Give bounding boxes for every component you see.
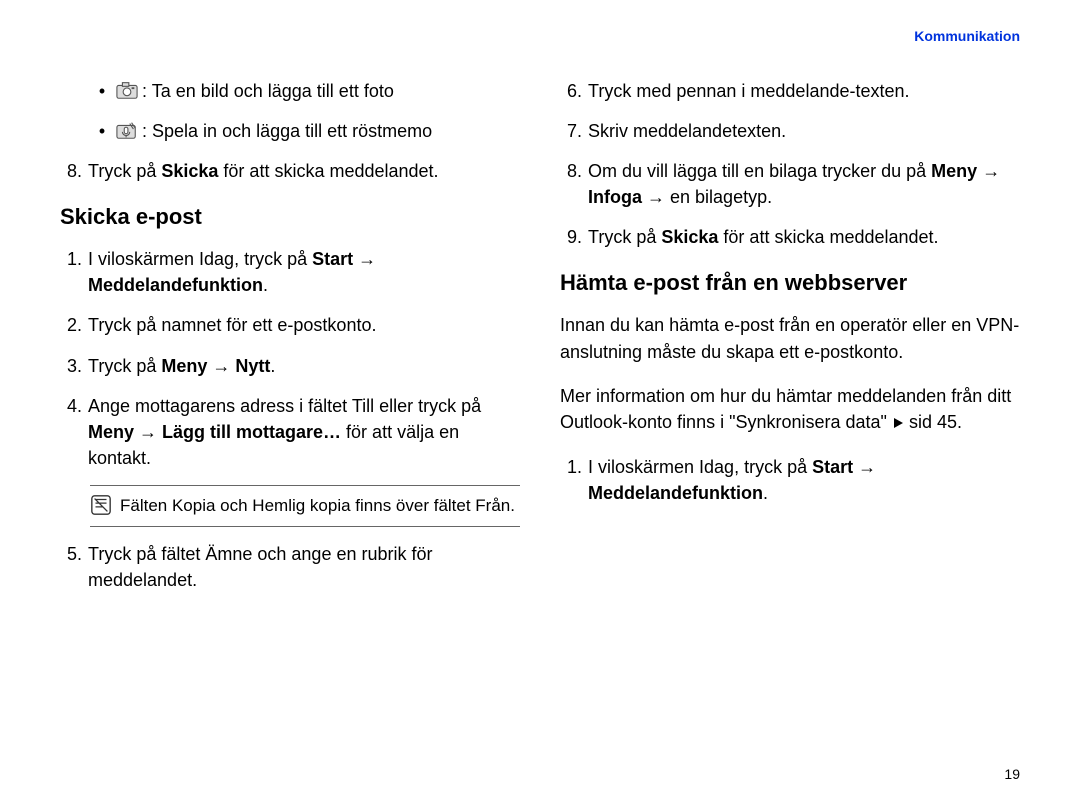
step-text: . xyxy=(763,483,768,503)
step-bold: Start xyxy=(312,249,353,269)
step-text: Om du vill lägga till en bilaga trycker … xyxy=(588,161,931,181)
page-number: 19 xyxy=(1004,766,1020,782)
step-bold: Skicka xyxy=(661,227,718,247)
step-bold: Meny xyxy=(161,356,207,376)
step-item: 9. Tryck på Skicka för att skicka meddel… xyxy=(560,224,1020,250)
step-item: 2. Tryck på namnet för ett e-postkonto. xyxy=(60,312,520,338)
heading-skicka-epost: Skicka e-post xyxy=(60,204,520,230)
arrow-sep: → xyxy=(207,356,235,376)
step-text: Tryck på xyxy=(88,356,161,376)
arrow-sep: → xyxy=(353,249,376,269)
step-number: 8. xyxy=(560,158,588,184)
step-text: I viloskärmen Idag, tryck på xyxy=(588,457,812,477)
arrow-sep: → xyxy=(977,161,1000,181)
step-text: Tryck på xyxy=(88,161,161,181)
step-text: en bilagetyp. xyxy=(670,187,772,207)
note-icon xyxy=(90,494,112,516)
bullet-marker: • xyxy=(88,78,116,104)
step-item: 1. I viloskärmen Idag, tryck på Start → … xyxy=(560,454,1020,506)
right-column: 6. Tryck med pennan i meddelande-texten.… xyxy=(560,78,1020,607)
paragraph: Mer information om hur du hämtar meddela… xyxy=(560,383,1020,436)
step-bold: Skicka xyxy=(161,161,218,181)
step-bold: Meny xyxy=(931,161,977,181)
step-number: 2. xyxy=(60,312,88,338)
step-bold: Infoga xyxy=(588,187,642,207)
content-columns: • : Ta en bild och lägga till ett foto •… xyxy=(60,78,1020,607)
step-text: Tryck med pennan i meddelande-texten. xyxy=(588,78,1020,104)
step-number: 6. xyxy=(560,78,588,104)
section-link[interactable]: Kommunikation xyxy=(914,28,1020,44)
step-bold: Meddelandefunktion xyxy=(588,483,763,503)
step-item: 4. Ange mottagarens adress i fältet Till… xyxy=(60,393,520,471)
step-item: 6. Tryck med pennan i meddelande-texten. xyxy=(560,78,1020,104)
arrow-sep: → xyxy=(134,422,162,442)
step-item: 3. Tryck på Meny → Nytt. xyxy=(60,353,520,379)
paragraph: Innan du kan hämta e-post från en operat… xyxy=(560,312,1020,364)
step-bold: Start xyxy=(812,457,853,477)
arrow-sep: → xyxy=(642,187,670,207)
step-bold: Meny xyxy=(88,422,134,442)
step-number: 4. xyxy=(60,393,88,419)
step-bold: Lägg till mottagare… xyxy=(162,422,341,442)
step-number: 7. xyxy=(560,118,588,144)
step-bold: Nytt xyxy=(235,356,270,376)
step-number: 1. xyxy=(60,246,88,272)
step-text: Tryck på xyxy=(588,227,661,247)
step-item: 1. I viloskärmen Idag, tryck på Start → … xyxy=(60,246,520,298)
bullet-prefix: : xyxy=(142,81,152,101)
bullet-prefix: : xyxy=(142,121,152,141)
step-text: för att skicka meddelandet. xyxy=(218,161,438,181)
step-text: Tryck på namnet för ett e-postkonto. xyxy=(88,312,520,338)
step-text: för att skicka meddelandet. xyxy=(718,227,938,247)
step-item: 5. Tryck på fältet Ämne och ange en rubr… xyxy=(60,541,520,593)
bullet-marker: • xyxy=(88,118,116,144)
step-number: 3. xyxy=(60,353,88,379)
step-item: 8. Om du vill lägga till en bilaga tryck… xyxy=(560,158,1020,210)
step-item: 7. Skriv meddelandetexten. xyxy=(560,118,1020,144)
bullet-text: Ta en bild och lägga till ett foto xyxy=(152,81,394,101)
step-text: Tryck på fältet Ämne och ange en rubrik … xyxy=(88,541,520,593)
camera-icon xyxy=(116,80,138,100)
paragraph-text: sid 45. xyxy=(904,412,962,432)
step-text: . xyxy=(263,275,268,295)
step-text: . xyxy=(270,356,275,376)
step-number: 5. xyxy=(60,541,88,567)
step-text: I viloskärmen Idag, tryck på xyxy=(88,249,312,269)
step-number: 1. xyxy=(560,454,588,480)
note-text: Fälten Kopia och Hemlig kopia finns över… xyxy=(120,494,515,518)
step-number: 8. xyxy=(60,158,88,184)
bullet-item: • : Ta en bild och lägga till ett foto xyxy=(88,78,520,104)
triangle-icon xyxy=(892,410,904,436)
arrow-sep: → xyxy=(853,457,876,477)
heading-hamta-epost: Hämta e-post från en webbserver xyxy=(560,270,1020,296)
mic-icon xyxy=(116,120,138,140)
note-box: Fälten Kopia och Hemlig kopia finns över… xyxy=(90,485,520,527)
bullet-item: • : Spela in och lägga till ett röstmemo xyxy=(88,118,520,144)
step-number: 9. xyxy=(560,224,588,250)
bullet-text: Spela in och lägga till ett röstmemo xyxy=(152,121,432,141)
step-bold: Meddelandefunktion xyxy=(88,275,263,295)
step-item: 8. Tryck på Skicka för att skicka meddel… xyxy=(60,158,520,184)
document-page: Kommunikation • : Ta en bild och lägga t… xyxy=(0,0,1080,810)
step-text: Skriv meddelandetexten. xyxy=(588,118,1020,144)
left-column: • : Ta en bild och lägga till ett foto •… xyxy=(60,78,520,607)
step-text: Ange mottagarens adress i fältet Till el… xyxy=(88,396,481,416)
